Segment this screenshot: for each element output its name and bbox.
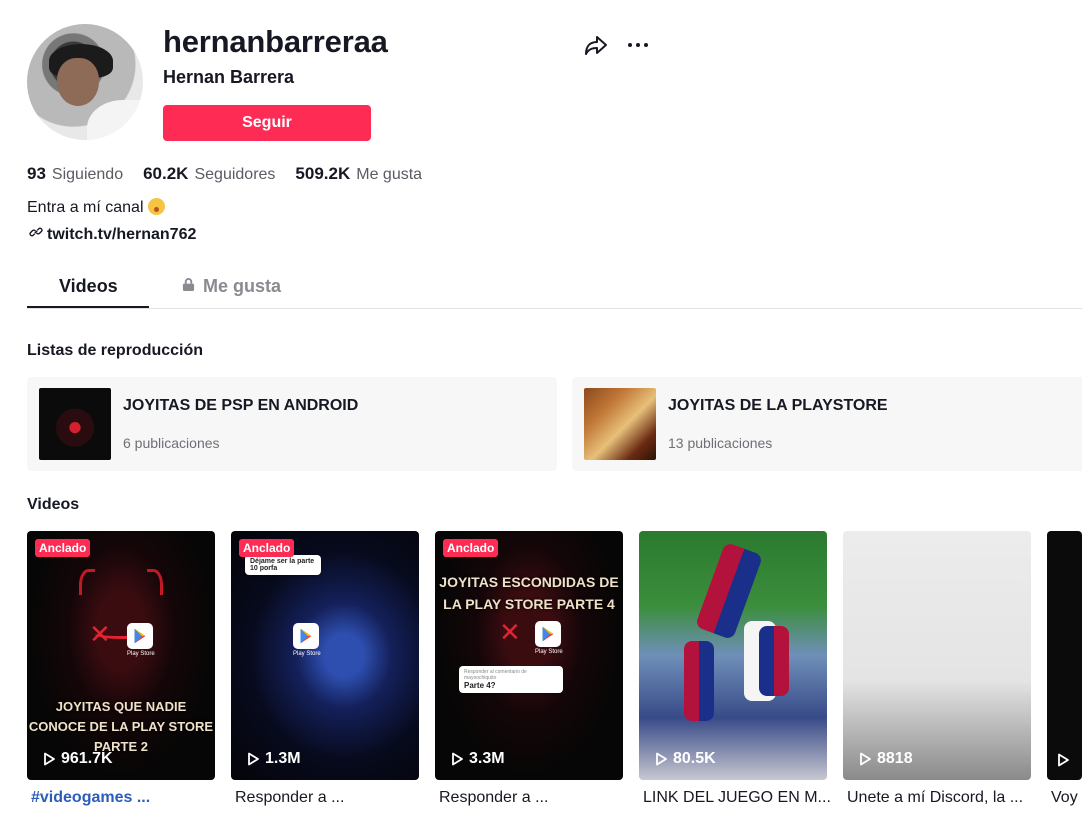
playlist-thumbnail: [584, 388, 656, 460]
play-store-label: Play Store: [127, 651, 155, 657]
view-count: 8818: [857, 750, 913, 768]
video-card[interactable]: ✕ ✕ Play Store Anclado JOYITAS QUE NADIE…: [27, 531, 215, 780]
view-count-value: 961.7K: [61, 750, 113, 767]
playlists-heading: Listas de reproducción: [27, 342, 204, 359]
comment-body: Parte 4?: [464, 681, 496, 690]
soccer-player: [684, 641, 714, 721]
profile-bio: Entra a mí canal: [27, 198, 165, 217]
playlist-name: JOYITAS DE PSP EN ANDROID: [123, 397, 359, 414]
video-title[interactable]: Responder a ...: [439, 789, 629, 807]
view-count: 80.5K: [653, 750, 716, 768]
video-title[interactable]: #videogames ...: [31, 789, 221, 807]
videos-heading: Videos: [27, 496, 80, 513]
comment-header: Responder al comentario de mayoochiquito: [464, 669, 527, 681]
video-caption: JOYITAS ESCONDIDAS DE LA PLAY STORE PART…: [439, 574, 619, 612]
playlist-card[interactable]: JOYITAS DE LA PLAYSTORE 13 publicaciones: [572, 377, 1082, 471]
playlist-name: JOYITAS DE LA PLAYSTORE: [668, 397, 888, 414]
profile-username: hernanbarreraa: [163, 24, 388, 59]
stat-followers-label: Seguidores: [194, 166, 276, 183]
profile-avatar: [27, 24, 143, 140]
avatar-shirt: [87, 100, 143, 140]
comment-body: Déjame ser la parte 10 porfa: [250, 558, 315, 572]
video-title[interactable]: Unete a mí Discord, la ...: [847, 789, 1037, 807]
follow-button[interactable]: Seguir: [163, 105, 371, 141]
view-count-value: 3.3M: [469, 750, 505, 767]
link-text: twitch.tv/hernan762: [47, 225, 197, 243]
playlist-card[interactable]: JOYITAS DE PSP EN ANDROID 6 publicacione…: [27, 377, 557, 471]
video-card[interactable]: ✕ Play Store Anclado JOYITAS ESCONDIDAS …: [435, 531, 623, 780]
playlist-thumbnail: [39, 388, 111, 460]
playlist-count: 13 publicaciones: [668, 435, 773, 451]
soccer-player: [759, 626, 789, 696]
play-icon: [1058, 753, 1069, 767]
video-title[interactable]: Responder a ...: [235, 789, 425, 807]
view-count-value: 1.3M: [265, 750, 301, 767]
play-store-icon: [535, 621, 561, 647]
view-count: 961.7K: [41, 750, 113, 768]
tab-videos[interactable]: Videos: [59, 276, 118, 297]
tab-liked[interactable]: Me gusta: [182, 276, 281, 297]
profile-stats: 93 Siguiendo 60.2K Seguidores 509.2K Me gus…: [27, 164, 422, 184]
view-count: 1.3M: [245, 750, 301, 768]
play-icon: [656, 752, 667, 766]
pinned-badge: Anclado: [35, 539, 91, 557]
stat-following[interactable]: 93 Siguiendo: [27, 164, 123, 184]
play-icon: [44, 752, 55, 766]
reply-comment-card: Responder al comentario de mayoochiquito…: [459, 666, 563, 693]
view-count-value: 8818: [877, 750, 913, 767]
share-icon[interactable]: [583, 32, 609, 58]
flushed-emoji-icon: [147, 198, 165, 215]
profile-link[interactable]: twitch.tv/hernan762: [29, 225, 196, 244]
video-card[interactable]: 8818: [843, 531, 1031, 780]
view-count: [1055, 752, 1071, 768]
play-store-label: Play Store: [293, 651, 321, 657]
profile-display-name: Hernan Barrera: [163, 67, 295, 87]
play-store-icon: [293, 623, 319, 649]
stat-likes-value: 509.2K: [295, 164, 351, 183]
more-options-icon[interactable]: [625, 32, 651, 58]
stat-following-value: 93: [27, 164, 46, 183]
bio-text: Entra a mí canal: [27, 199, 144, 216]
reply-comment-card: Déjame ser la parte 10 porfa: [245, 555, 321, 575]
view-count-value: 80.5K: [673, 750, 716, 767]
video-card[interactable]: 80.5K: [639, 531, 827, 780]
play-icon: [860, 752, 871, 766]
video-title[interactable]: LINK DEL JUEGO EN M...: [643, 789, 833, 807]
pinned-badge: Anclado: [239, 539, 295, 557]
play-icon: [452, 752, 463, 766]
video-card[interactable]: [1047, 531, 1082, 780]
x-eye-left: ✕: [499, 617, 521, 647]
devil-horn-left: [79, 569, 95, 595]
playlist-count: 6 publicaciones: [123, 435, 220, 451]
play-icon: [248, 752, 259, 766]
pinned-badge: Anclado: [443, 539, 499, 557]
video-title[interactable]: Voy: [1051, 789, 1082, 807]
stat-followers-value: 60.2K: [143, 164, 189, 183]
play-store-label: Play Store: [535, 649, 563, 655]
avatar-face: [57, 58, 99, 106]
stat-likes-label: Me gusta: [356, 166, 423, 183]
stat-following-label: Siguiendo: [51, 166, 124, 183]
link-icon: [29, 225, 43, 244]
profile-tabs: Videos Me gusta: [27, 264, 1082, 309]
play-store-icon: [127, 623, 153, 649]
video-caption: JOYITAS QUE NADIE CONOCE DE LA PLAY STOR…: [28, 699, 214, 754]
stat-likes: 509.2K Me gusta: [295, 164, 422, 184]
view-count: 3.3M: [449, 750, 505, 768]
stat-followers[interactable]: 60.2K Seguidores: [143, 164, 275, 184]
lock-icon: [182, 276, 195, 297]
active-tab-indicator: [27, 306, 149, 308]
devil-horn-right: [147, 569, 163, 595]
tab-liked-label: Me gusta: [203, 276, 282, 296]
video-card[interactable]: Play Store Déjame ser la parte 10 porfa …: [231, 531, 419, 780]
